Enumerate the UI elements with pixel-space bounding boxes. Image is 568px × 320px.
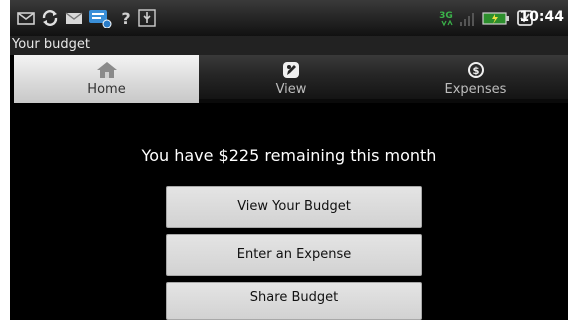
network-3g-icon: 3G: [439, 11, 453, 27]
signal-icon: [460, 13, 474, 26]
help-icon: ?: [121, 9, 130, 28]
tab-expenses[interactable]: $ Expenses: [383, 55, 568, 103]
status-clock: 10:44: [519, 9, 564, 25]
dollar-icon: $: [467, 62, 484, 78]
sync-icon: [42, 10, 58, 26]
tab-label: View: [275, 82, 307, 97]
svg-text:$: $: [472, 66, 479, 77]
svg-text:?: ?: [121, 9, 130, 28]
enter-expense-button[interactable]: Enter an Expense: [166, 234, 422, 276]
app-title: Your budget: [12, 37, 90, 52]
view-icon: [283, 62, 299, 78]
remaining-budget-text: You have $225 remaining this month: [141, 146, 437, 165]
chat-icon: [89, 10, 112, 28]
app-title-bar: Your budget: [10, 36, 568, 55]
mail-icon: [17, 12, 35, 25]
email-icon: [65, 12, 83, 24]
tab-label: Home: [87, 82, 126, 97]
tab-bar: Home View $ Expenses: [14, 55, 568, 103]
view-budget-button[interactable]: View Your Budget: [166, 186, 422, 228]
status-bar: ? 3G 10:44: [10, 0, 568, 36]
battery-icon: [482, 12, 509, 25]
share-budget-button[interactable]: Share Budget: [166, 282, 422, 320]
tab-home[interactable]: Home: [14, 55, 199, 103]
tab-view[interactable]: View: [199, 55, 383, 103]
home-icon: [96, 62, 117, 78]
usb-icon: [138, 9, 156, 27]
svg-text:3G: 3G: [439, 11, 453, 21]
tab-label: Expenses: [444, 82, 507, 97]
phone-screen: ? 3G 10:44 Your budget Home View $ Expen…: [10, 0, 568, 320]
